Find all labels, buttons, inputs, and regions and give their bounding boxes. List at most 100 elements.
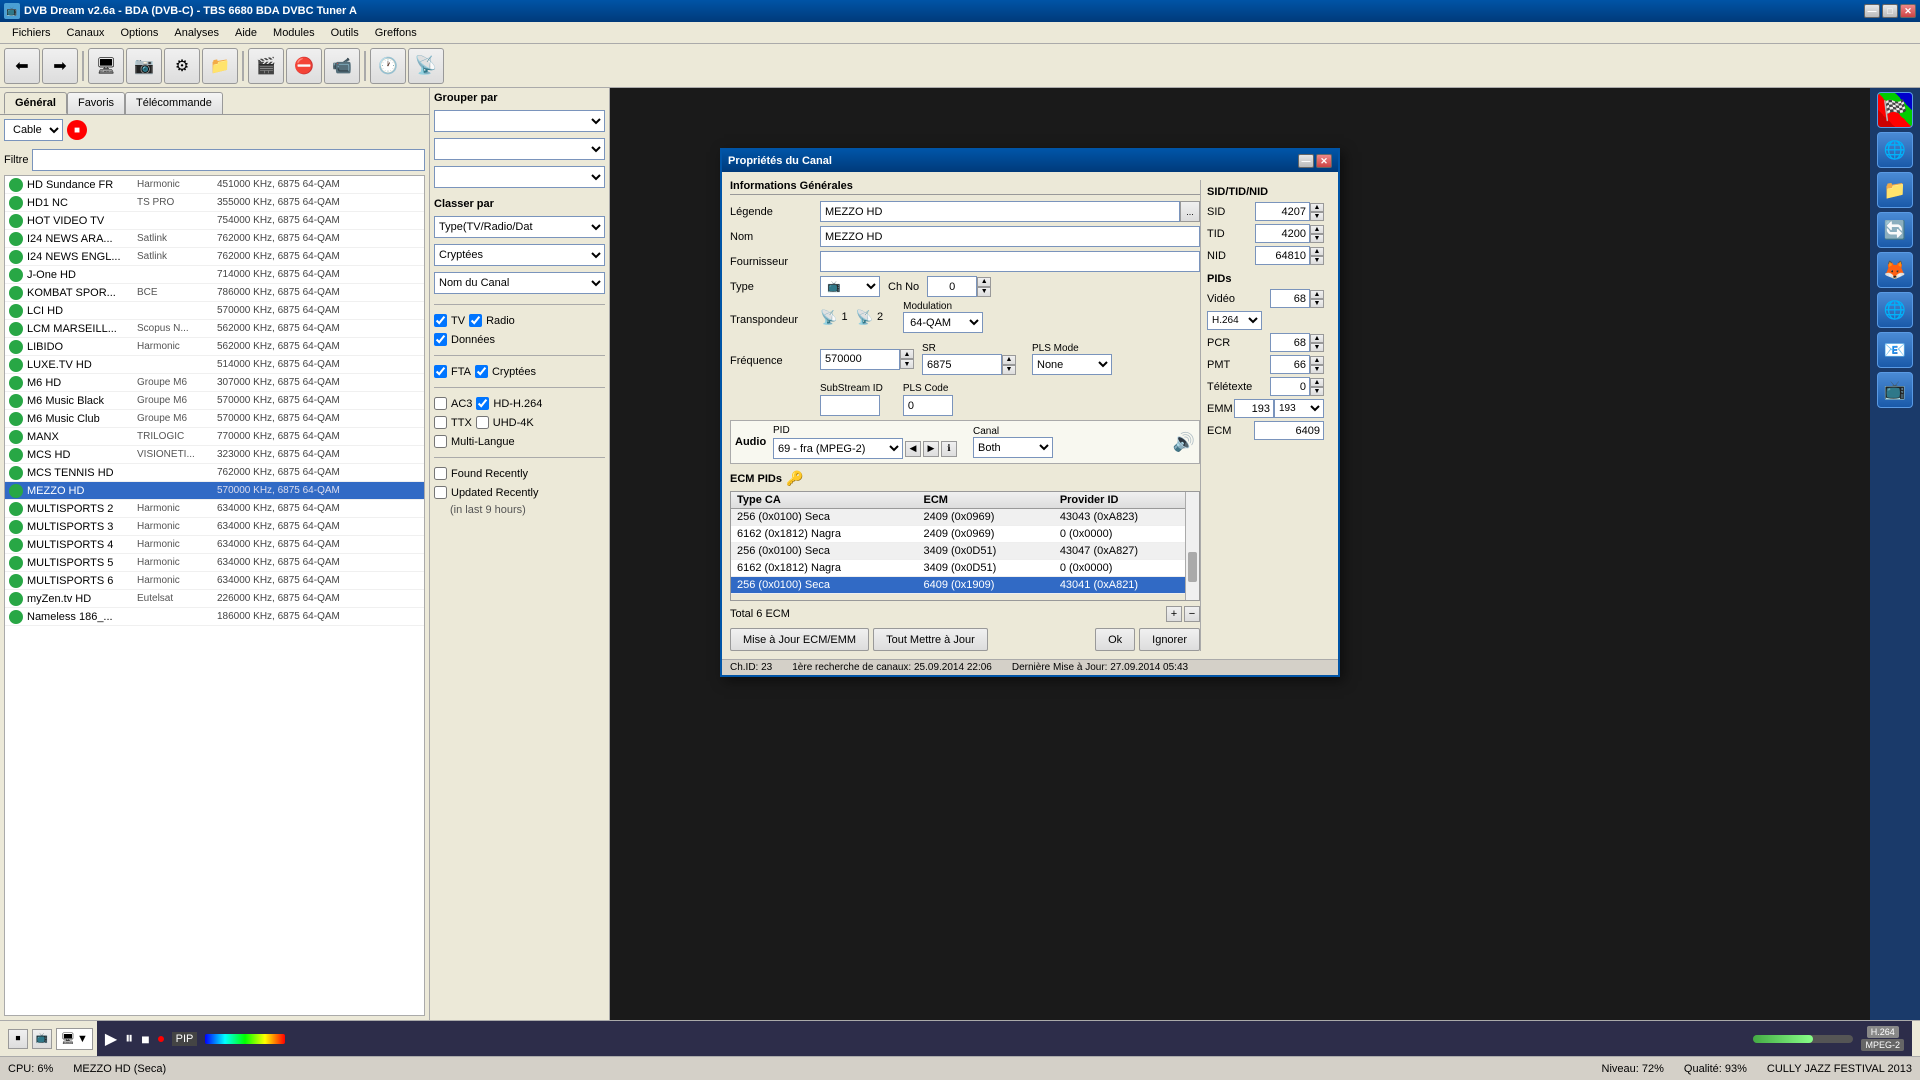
toolbar-film-btn[interactable]: 🎬: [248, 48, 284, 84]
channel-row[interactable]: LCI HD 570000 KHz, 6875 64-QAM: [5, 302, 424, 320]
ch-no-input[interactable]: [927, 276, 977, 297]
transponder-2-btn[interactable]: 📡 2: [856, 309, 884, 326]
checkbox-donnees[interactable]: [434, 333, 447, 346]
checkbox-updated-recently[interactable]: [434, 486, 447, 499]
legende-input[interactable]: [820, 201, 1180, 222]
fournisseur-input[interactable]: [820, 251, 1200, 272]
teletext-pid-input[interactable]: [1270, 377, 1310, 396]
ignorer-btn[interactable]: Ignorer: [1139, 628, 1200, 651]
toolbar-monitor-btn[interactable]: 🖥: [88, 48, 124, 84]
pcr-up-btn[interactable]: ▲: [1310, 334, 1324, 343]
menu-aide[interactable]: Aide: [227, 25, 265, 41]
freq-down-btn[interactable]: ▼: [900, 359, 914, 369]
stop-media-btn[interactable]: ■: [141, 1031, 149, 1047]
checkbox-multi-langue[interactable]: [434, 435, 447, 448]
ecm-row[interactable]: 6162 (0x1812) Nagra 2409 (0x0969) 0 (0x0…: [731, 526, 1199, 543]
channel-row[interactable]: HOT VIDEO TV 754000 KHz, 6875 64-QAM: [5, 212, 424, 230]
pip-btn[interactable]: PIP: [172, 1032, 198, 1046]
teletext-up-btn[interactable]: ▲: [1310, 378, 1324, 387]
bottom-btn-1[interactable]: ⏹: [8, 1029, 28, 1049]
group-dropdown-2[interactable]: [434, 138, 605, 160]
menu-options[interactable]: Options: [112, 25, 166, 41]
nid-input[interactable]: [1255, 246, 1310, 265]
video-pid-input[interactable]: [1270, 289, 1310, 308]
legende-browse-btn[interactable]: ...: [1180, 201, 1200, 222]
toolbar-forward-btn[interactable]: ➡: [42, 48, 78, 84]
taskbar-icon-3[interactable]: 🔄: [1877, 212, 1913, 248]
tid-input[interactable]: [1255, 224, 1310, 243]
channel-row[interactable]: HD1 NC TS PRO 355000 KHz, 6875 64-QAM: [5, 194, 424, 212]
pmt-down-btn[interactable]: ▼: [1310, 365, 1324, 374]
taskbar-icon-1[interactable]: 🌐: [1877, 132, 1913, 168]
channel-row[interactable]: J-One HD 714000 KHz, 6875 64-QAM: [5, 266, 424, 284]
channel-row[interactable]: MULTISPORTS 4 Harmonic 634000 KHz, 6875 …: [5, 536, 424, 554]
ch-no-down-btn[interactable]: ▼: [977, 287, 991, 297]
channel-row[interactable]: LUXE.TV HD 514000 KHz, 6875 64-QAM: [5, 356, 424, 374]
channel-row[interactable]: MULTISPORTS 5 Harmonic 634000 KHz, 6875 …: [5, 554, 424, 572]
pause-btn[interactable]: ⏸: [125, 1030, 133, 1048]
checkbox-hd-h264[interactable]: [476, 397, 489, 410]
tid-down-btn[interactable]: ▼: [1310, 234, 1324, 243]
tout-mettre-btn[interactable]: Tout Mettre à Jour: [873, 628, 988, 651]
pmt-up-btn[interactable]: ▲: [1310, 356, 1324, 365]
menu-fichiers[interactable]: Fichiers: [4, 25, 59, 41]
channel-row[interactable]: MULTISPORTS 2 Harmonic 634000 KHz, 6875 …: [5, 500, 424, 518]
modulation-dropdown[interactable]: 64-QAM: [903, 312, 983, 333]
channel-row[interactable]: Nameless 186_... 186000 KHz, 6875 64-QAM: [5, 608, 424, 626]
pls-mode-dropdown[interactable]: None: [1032, 354, 1112, 375]
channel-list[interactable]: HD Sundance FR Harmonic 451000 KHz, 6875…: [4, 175, 425, 1016]
channel-row[interactable]: M6 Music Club Groupe M6 570000 KHz, 6875…: [5, 410, 424, 428]
tab-telecommande[interactable]: Télécommande: [125, 92, 223, 114]
channel-row[interactable]: MANX TRILOGIC 770000 KHz, 6875 64-QAM: [5, 428, 424, 446]
toolbar-settings-btn[interactable]: ⚙: [164, 48, 200, 84]
windows-flag-icon[interactable]: 🏁: [1877, 92, 1913, 128]
dialog-close-btn[interactable]: ✕: [1316, 154, 1332, 168]
taskbar-icon-6[interactable]: 📧: [1877, 332, 1913, 368]
channel-row[interactable]: M6 Music Black Groupe M6 570000 KHz, 687…: [5, 392, 424, 410]
ecm-row[interactable]: 256 (0x0100) Seca 2409 (0x0969) 43043 (0…: [731, 509, 1199, 526]
audio-pid-next-btn[interactable]: ▶: [923, 441, 939, 457]
type-dropdown[interactable]: 📺: [820, 276, 880, 297]
emm-pid-input[interactable]: [1234, 399, 1274, 418]
sort-nom-dropdown[interactable]: Nom du Canal: [434, 272, 605, 294]
sort-type-dropdown[interactable]: Type(TV/Radio/Dat: [434, 216, 605, 238]
taskbar-icon-2[interactable]: 📁: [1877, 172, 1913, 208]
sr-up-btn[interactable]: ▲: [1002, 355, 1016, 365]
ecm-row[interactable]: 6162 (0x1812) Nagra 3409 (0x0D51) 0 (0x0…: [731, 560, 1199, 577]
maximize-button[interactable]: □: [1882, 4, 1898, 18]
tid-up-btn[interactable]: ▲: [1310, 225, 1324, 234]
channel-row[interactable]: LCM MARSEILL... Scopus N... 562000 KHz, …: [5, 320, 424, 338]
channel-row[interactable]: myZen.tv HD Eutelsat 226000 KHz, 6875 64…: [5, 590, 424, 608]
channel-row[interactable]: MULTISPORTS 6 Harmonic 634000 KHz, 6875 …: [5, 572, 424, 590]
pcr-pid-input[interactable]: [1270, 333, 1310, 352]
video-pid-up-btn[interactable]: ▲: [1310, 290, 1324, 299]
taskbar-icon-5[interactable]: 🌐: [1877, 292, 1913, 328]
ecm-add-btn[interactable]: +: [1166, 606, 1182, 622]
checkbox-found-recently[interactable]: [434, 467, 447, 480]
checkbox-uhd-4k[interactable]: [476, 416, 489, 429]
channel-row[interactable]: I24 NEWS ENGL... Satlink 762000 KHz, 687…: [5, 248, 424, 266]
menu-greffons[interactable]: Greffons: [367, 25, 425, 41]
checkbox-tv[interactable]: [434, 314, 447, 327]
frequence-input[interactable]: [820, 349, 900, 370]
teletext-down-btn[interactable]: ▼: [1310, 387, 1324, 396]
nid-up-btn[interactable]: ▲: [1310, 247, 1324, 256]
toolbar-record-btn[interactable]: 📹: [324, 48, 360, 84]
play-btn[interactable]: ▶: [105, 1029, 117, 1049]
toolbar-back-btn[interactable]: ⬅: [4, 48, 40, 84]
toolbar-satellite-btn[interactable]: 📡: [408, 48, 444, 84]
filter-input[interactable]: [32, 149, 425, 171]
ecm-pid-input[interactable]: [1254, 421, 1324, 440]
channel-row[interactable]: MULTISPORTS 3 Harmonic 634000 KHz, 6875 …: [5, 518, 424, 536]
tab-general[interactable]: Général: [4, 92, 67, 114]
channel-row[interactable]: I24 NEWS ARA... Satlink 762000 KHz, 6875…: [5, 230, 424, 248]
taskbar-icon-4[interactable]: 🦊: [1877, 252, 1913, 288]
channel-row[interactable]: M6 HD Groupe M6 307000 KHz, 6875 64-QAM: [5, 374, 424, 392]
ecm-row-selected[interactable]: 256 (0x0100) Seca 6409 (0x1909) 43041 (0…: [731, 577, 1199, 594]
nom-input[interactable]: [820, 226, 1200, 247]
checkbox-radio[interactable]: [469, 314, 482, 327]
stop-icon[interactable]: ■: [67, 120, 87, 140]
ecm-row[interactable]: 256 (0x0100) Seca 3409 (0x0D51) 43047 (0…: [731, 543, 1199, 560]
checkbox-ttx[interactable]: [434, 416, 447, 429]
channel-row[interactable]: HD Sundance FR Harmonic 451000 KHz, 6875…: [5, 176, 424, 194]
